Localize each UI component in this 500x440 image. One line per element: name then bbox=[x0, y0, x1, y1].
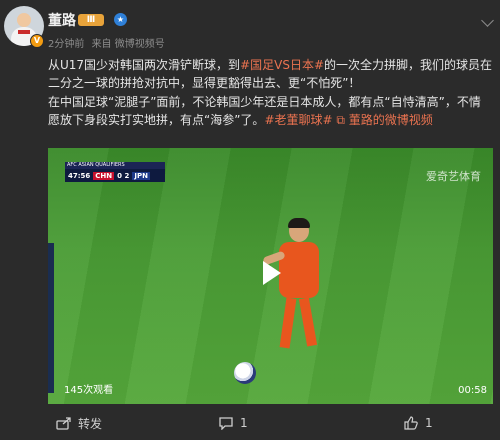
like-count: 1 bbox=[425, 416, 433, 430]
comment-button[interactable]: 1 bbox=[218, 416, 248, 430]
like-button[interactable]: 1 bbox=[403, 416, 433, 430]
scoreboard: AFC ASIAN QUALIFIERS 47:56 CHN 0 2 JPN bbox=[65, 162, 165, 182]
post-source: 来自 微博视频号 bbox=[91, 39, 165, 50]
hashtag-link[interactable]: #国足VS日本# bbox=[240, 58, 324, 72]
comment-icon bbox=[219, 417, 233, 430]
chevron-down-icon[interactable] bbox=[481, 14, 494, 27]
player-leg bbox=[298, 297, 318, 347]
avatar-face bbox=[17, 13, 31, 27]
play-triangle bbox=[263, 261, 281, 285]
share-button[interactable]: 转发 bbox=[56, 415, 102, 432]
broadcaster-watermark: 爱奇艺体育 bbox=[426, 170, 481, 183]
player-jersey bbox=[279, 242, 319, 298]
player-hair bbox=[288, 218, 310, 228]
share-icon bbox=[56, 417, 71, 430]
scoreboard-title: AFC ASIAN QUALIFIERS bbox=[65, 162, 165, 169]
post-paragraph-1: 从U17国少对韩国两次滑铲断球，到#国足VS日本#的一次全力拼脚，我们的球员在二… bbox=[48, 56, 492, 92]
match-score: 0 2 bbox=[117, 171, 130, 180]
text-segment: 从U17国少对韩国两次滑铲断球，到 bbox=[48, 58, 241, 72]
video-player[interactable]: AFC ASIAN QUALIFIERS 47:56 CHN 0 2 JPN 爱… bbox=[48, 148, 493, 404]
level-badge-icon: Ⅲ bbox=[78, 14, 104, 26]
fan-badge-icon: ★ bbox=[114, 13, 127, 26]
player-figure bbox=[253, 218, 343, 370]
video-link[interactable]: ⧉ 董路的微博视频 bbox=[336, 113, 432, 127]
scoreboard-row: 47:56 CHN 0 2 JPN bbox=[65, 169, 165, 182]
hashtag-link[interactable]: #老董聊球# bbox=[264, 113, 332, 127]
video-link-icon: ⧉ bbox=[336, 113, 349, 127]
weibo-post-card: V 董路 Ⅲ ★ 2分钟前 来自 微博视频号 从U17国少对韩国两次滑铲断球，到… bbox=[0, 0, 500, 440]
home-team: CHN bbox=[93, 171, 115, 180]
avatar-stripe bbox=[18, 30, 30, 34]
verified-badge-icon: V bbox=[30, 34, 44, 48]
player-leg bbox=[279, 297, 297, 349]
view-count: 145次观看 bbox=[64, 385, 114, 396]
post-text: 从U17国少对韩国两次滑铲断球，到#国足VS日本#的一次全力拼脚，我们的球员在二… bbox=[48, 56, 492, 130]
post-meta: 2分钟前 来自 微博视频号 bbox=[48, 35, 169, 50]
share-label: 转发 bbox=[78, 416, 103, 431]
post-paragraph-2: 在中国足球“泥腿子”面前，不论韩国少年还是日本成人，都有点“自恃清高”，不情愿放… bbox=[48, 93, 492, 129]
post-time[interactable]: 2分钟前 bbox=[48, 39, 84, 50]
comment-count: 1 bbox=[240, 416, 248, 430]
thumbs-up-icon bbox=[404, 416, 418, 430]
action-bar: 转发 1 1 bbox=[48, 410, 493, 436]
video-frame-edge bbox=[48, 243, 54, 393]
play-icon[interactable] bbox=[255, 258, 285, 288]
video-duration: 00:58 bbox=[458, 385, 487, 396]
football-icon bbox=[234, 362, 256, 384]
author-name[interactable]: 董路 bbox=[48, 10, 76, 30]
match-clock: 47:56 bbox=[68, 171, 91, 180]
video-link-label: 董路的微博视频 bbox=[348, 113, 433, 127]
away-team: JPN bbox=[132, 171, 150, 180]
